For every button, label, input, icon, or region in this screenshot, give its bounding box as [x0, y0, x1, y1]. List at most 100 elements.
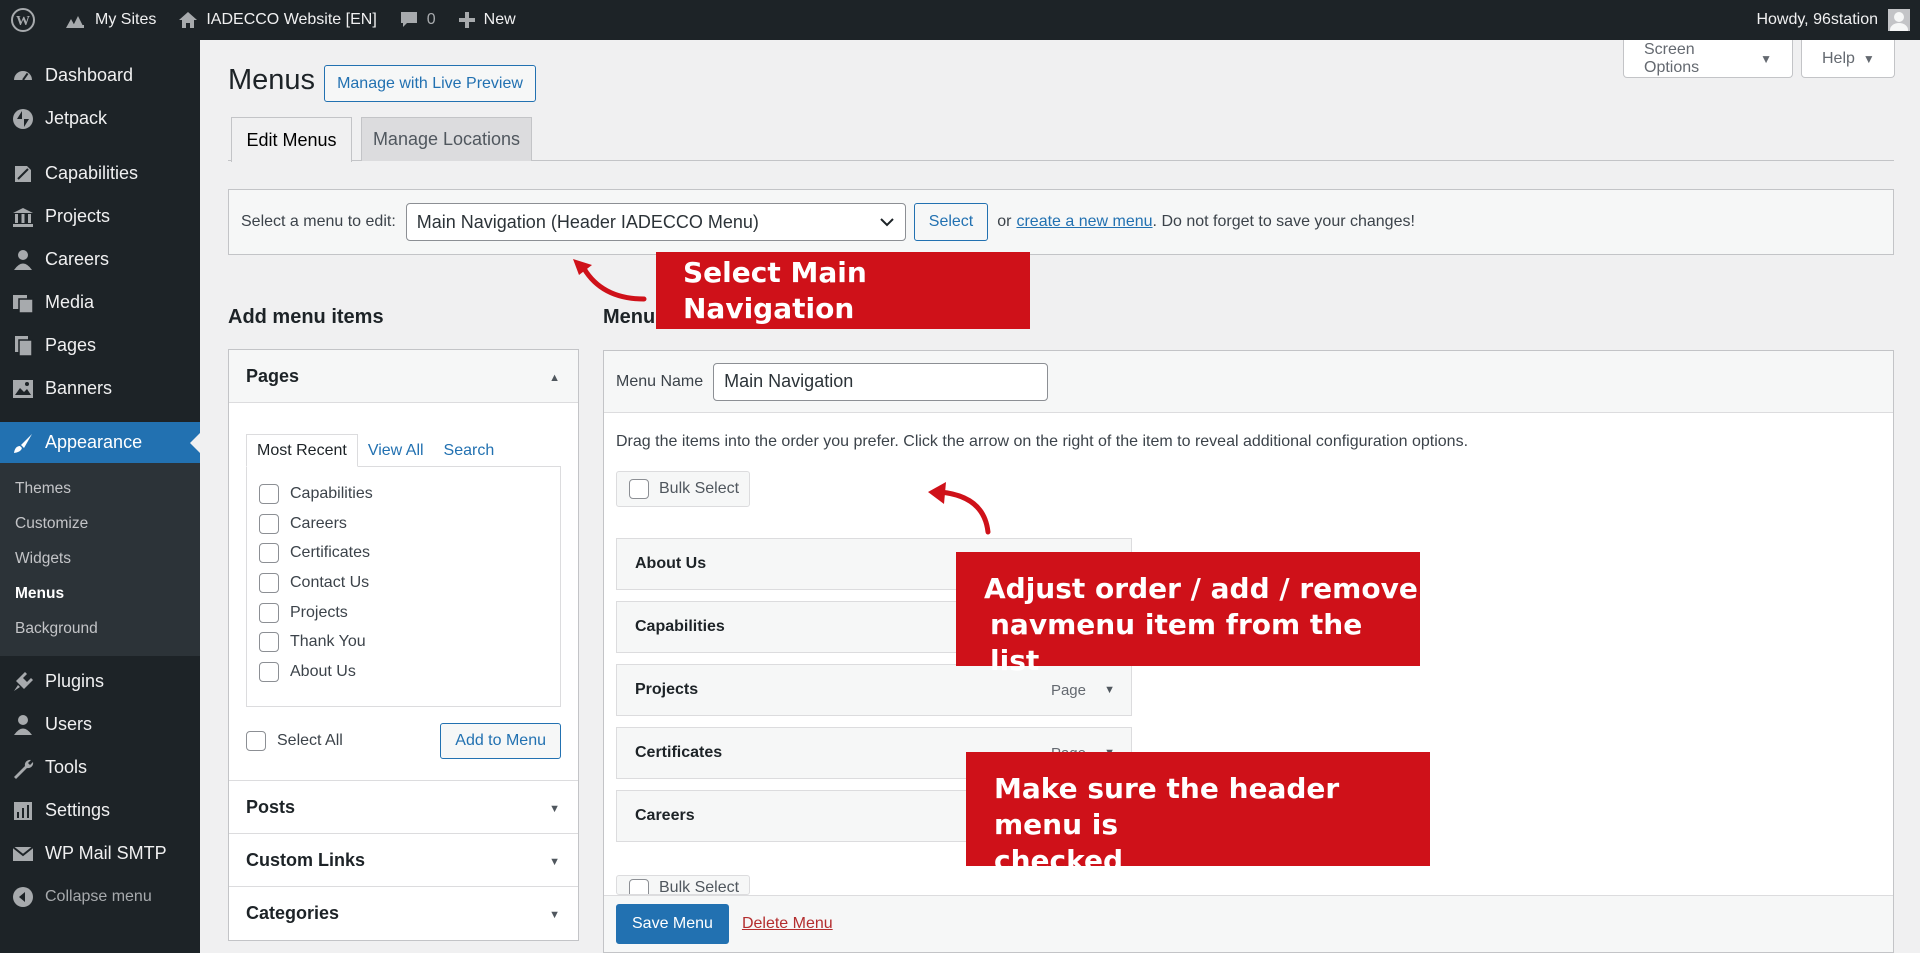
jetpack-icon [11, 107, 35, 131]
checkbox[interactable] [246, 731, 266, 751]
manage-menus-bar: Select a menu to edit: Main Navigation (… [228, 189, 1894, 255]
manage-live-preview-button[interactable]: Manage with Live Preview [324, 65, 536, 102]
select-all-label: Select All [277, 732, 343, 749]
sidebar-item-media[interactable]: Media [0, 281, 200, 324]
sidebar-item-pages[interactable]: Pages [0, 324, 200, 367]
sidebar-item-label: Appearance [45, 432, 143, 452]
sidebar-item-plugins[interactable]: Plugins [0, 660, 200, 703]
categories-section-header[interactable]: Categories ▼ [229, 887, 578, 940]
sidebar-item-jetpack[interactable]: Jetpack [0, 97, 200, 140]
submenu-menus[interactable]: Menus [0, 576, 200, 611]
list-item[interactable]: About Us [259, 657, 548, 687]
sidebar-item-label: Plugins [45, 671, 105, 691]
checkbox[interactable] [259, 543, 279, 564]
sidebar-item-projects[interactable]: Projects [0, 195, 200, 238]
sidebar-item-wp-mail-smtp[interactable]: WP Mail SMTP [0, 832, 200, 875]
annotation-header-menu-checked: Make sure the header menu is checked [966, 752, 1430, 877]
help-button[interactable]: Help ▼ [1801, 40, 1895, 78]
select-menu-button[interactable]: Select [913, 203, 989, 241]
caret-down-icon: ▼ [549, 856, 560, 868]
page-label: Capabilities [290, 484, 373, 502]
tab-view-all[interactable]: View All [358, 434, 434, 467]
appearance-icon [11, 431, 35, 455]
screen-options-button[interactable]: Screen Options ▼ [1623, 40, 1793, 78]
sidebar-item-careers[interactable]: Careers [0, 238, 200, 281]
annotation-select-main-navigation: Select Main Navigation [656, 252, 1030, 329]
caret-down-icon: ▼ [1862, 51, 1875, 66]
sidebar-item-label: Careers [45, 249, 110, 269]
annotation-arrow-1 [573, 259, 647, 302]
sidebar-item-label: Projects [45, 206, 111, 226]
checkbox[interactable] [259, 572, 279, 593]
account-menu[interactable]: Howdy, 96station [1756, 9, 1920, 31]
annotation-line: navmenu item from the list [990, 608, 1363, 677]
tab-most-recent[interactable]: Most Recent [246, 434, 358, 467]
annotation-adjust-order: Adjust order / add / remove navmenu item… [956, 552, 1420, 677]
page-label: Thank You [290, 633, 366, 651]
sidebar-item-banners[interactable]: Banners [0, 367, 200, 410]
list-item[interactable]: Careers [259, 509, 548, 539]
wordpress-logo-icon[interactable]: W [0, 0, 54, 40]
delete-menu-link[interactable]: Delete Menu [742, 915, 833, 933]
projects-icon [11, 205, 35, 229]
new-content-link[interactable]: New [447, 0, 527, 40]
tab-edit-menus[interactable]: Edit Menus [231, 117, 352, 162]
select-menu-label: Select a menu to edit: [241, 213, 396, 230]
menu-item-title: Certificates [635, 744, 723, 761]
list-item[interactable]: Capabilities [259, 479, 548, 509]
list-item[interactable]: Thank You [259, 627, 548, 657]
sidebar-item-label: Users [45, 714, 93, 734]
tab-search[interactable]: Search [434, 434, 505, 467]
page-label: Certificates [290, 544, 371, 562]
sidebar-item-settings[interactable]: Settings [0, 789, 200, 832]
sidebar-item-label: Settings [45, 800, 111, 820]
add-to-menu-button[interactable]: Add to Menu [440, 723, 561, 759]
collapse-label: Collapse menu [45, 887, 152, 905]
sidebar-item-dashboard[interactable]: Dashboard [0, 54, 200, 97]
collapse-menu-button[interactable]: Collapse menu [0, 875, 200, 918]
menu-name-input[interactable]: Main Navigation [713, 362, 1049, 401]
checkbox[interactable] [259, 483, 279, 504]
posts-section-header[interactable]: Posts ▼ [229, 781, 578, 834]
sidebar-item-tools[interactable]: Tools [0, 746, 200, 789]
list-item[interactable]: Projects [259, 598, 548, 628]
menu-item-title: Projects [635, 681, 699, 698]
bulk-select-toggle-bottom[interactable]: Bulk Select [616, 875, 750, 895]
sidebar-item-capabilities[interactable]: Capabilities [0, 152, 200, 195]
pages-section-header[interactable]: Pages ▲ [229, 350, 578, 403]
site-name-link[interactable]: IADECCO Website [EN] [167, 0, 387, 40]
careers-icon [11, 248, 35, 272]
caret-down-icon[interactable]: ▼ [1104, 684, 1115, 696]
nav-tab-wrapper: Edit Menus Manage Locations [228, 117, 1894, 162]
checkbox[interactable] [259, 513, 279, 534]
list-item[interactable]: Contact Us [259, 568, 548, 598]
comments-link[interactable]: 0 [388, 0, 447, 40]
save-menu-button[interactable]: Save Menu [616, 904, 729, 944]
sidebar-item-users[interactable]: Users [0, 703, 200, 746]
my-sites-link[interactable]: My Sites [54, 0, 167, 40]
create-new-menu-link[interactable]: create a new menu [1016, 213, 1152, 231]
tab-manage-locations[interactable]: Manage Locations [361, 117, 532, 161]
sidebar-item-appearance[interactable]: Appearance [0, 422, 200, 463]
submenu-customize[interactable]: Customize [0, 506, 200, 541]
menu-select-dropdown[interactable]: Main Navigation (Header IADECCO Menu) [405, 203, 906, 241]
checkbox[interactable] [259, 632, 279, 653]
sidebar-item-label: WP Mail SMTP [45, 843, 167, 863]
submenu-background[interactable]: Background [0, 611, 200, 646]
submenu-themes[interactable]: Themes [0, 471, 200, 506]
bulk-select-toggle[interactable]: Bulk Select [616, 471, 750, 507]
admin-sidebar: Dashboard Jetpack Capabilities Projects … [0, 40, 200, 953]
checkbox[interactable] [629, 479, 649, 499]
sidebar-item-label: Pages [45, 335, 97, 355]
list-item[interactable]: Certificates [259, 538, 548, 568]
sidebar-item-label: Media [45, 292, 95, 312]
howdy-text: Howdy, 96station [1756, 11, 1878, 28]
annotation-line: checked [994, 844, 1124, 877]
checkbox[interactable] [629, 879, 649, 894]
annotation-line: Make sure the header menu is [994, 772, 1340, 841]
checkbox[interactable] [259, 602, 279, 623]
submenu-widgets[interactable]: Widgets [0, 541, 200, 576]
custom-links-section-header[interactable]: Custom Links ▼ [229, 834, 578, 887]
checkbox[interactable] [259, 661, 279, 682]
select-all-toggle[interactable]: Select All [246, 731, 343, 751]
